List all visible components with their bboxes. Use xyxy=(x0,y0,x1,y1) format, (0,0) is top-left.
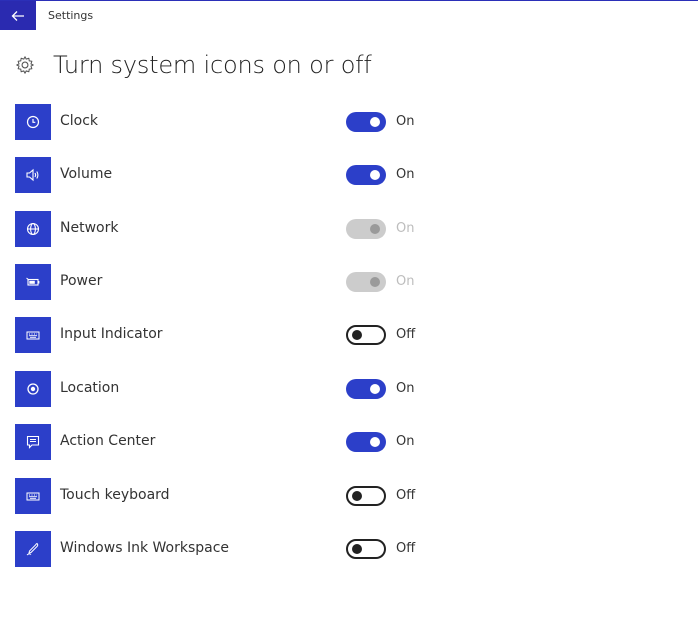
touch-keyboard-toggle[interactable] xyxy=(346,486,386,506)
setting-row-input-indicator: Input Indicator Off xyxy=(15,317,435,353)
toggle-state: On xyxy=(396,114,415,129)
page-header: Turn system icons on or off xyxy=(14,50,372,80)
setting-label: Clock xyxy=(60,113,99,129)
toggle-state: On xyxy=(396,167,415,182)
toggle-state: Off xyxy=(396,488,416,503)
input-indicator-icon xyxy=(15,317,51,353)
action-center-toggle[interactable] xyxy=(346,432,386,452)
toggle-state: On xyxy=(396,274,415,289)
toggle-state: On xyxy=(396,221,415,236)
volume-toggle[interactable] xyxy=(346,165,386,185)
network-toggle xyxy=(346,219,386,239)
location-icon xyxy=(15,371,51,407)
toggle-state: On xyxy=(396,381,415,396)
clock-toggle[interactable] xyxy=(346,112,386,132)
toggle-state: Off xyxy=(396,541,416,556)
title-bar: Settings xyxy=(0,0,698,30)
setting-row-action-center: Action Center On xyxy=(15,424,435,460)
pen-icon xyxy=(15,531,51,567)
setting-label: Input Indicator xyxy=(60,326,163,342)
volume-icon xyxy=(15,157,51,193)
setting-row-power: Power On xyxy=(15,264,435,300)
power-icon xyxy=(15,264,51,300)
gear-icon xyxy=(16,56,34,74)
back-arrow-icon xyxy=(11,10,24,21)
setting-label: Network xyxy=(60,220,119,236)
network-icon xyxy=(15,211,51,247)
location-toggle[interactable] xyxy=(346,379,386,399)
back-button[interactable] xyxy=(0,1,36,30)
setting-row-touch-keyboard: Touch keyboard Off xyxy=(15,478,435,514)
setting-label: Windows Ink Workspace xyxy=(60,540,230,556)
setting-row-windows-ink: Windows Ink Workspace Off xyxy=(15,531,435,567)
clock-icon xyxy=(15,104,51,140)
windows-ink-toggle[interactable] xyxy=(346,539,386,559)
setting-row-location: Location On xyxy=(15,371,435,407)
setting-label: Power xyxy=(60,273,103,289)
keyboard-icon xyxy=(15,478,51,514)
setting-label: Location xyxy=(60,380,120,396)
setting-row-volume: Volume On xyxy=(15,157,435,193)
toggle-state: Off xyxy=(396,327,416,342)
page-title: Turn system icons on or off xyxy=(53,51,372,79)
setting-label: Action Center xyxy=(60,433,156,449)
setting-label: Volume xyxy=(60,166,113,182)
app-title: Settings xyxy=(48,9,94,22)
toggle-state: On xyxy=(396,434,415,449)
setting-row-clock: Clock On xyxy=(15,104,435,140)
power-toggle xyxy=(346,272,386,292)
action-center-icon xyxy=(15,424,51,460)
setting-row-network: Network On xyxy=(15,211,435,247)
input-indicator-toggle[interactable] xyxy=(346,325,386,345)
setting-label: Touch keyboard xyxy=(60,487,170,503)
